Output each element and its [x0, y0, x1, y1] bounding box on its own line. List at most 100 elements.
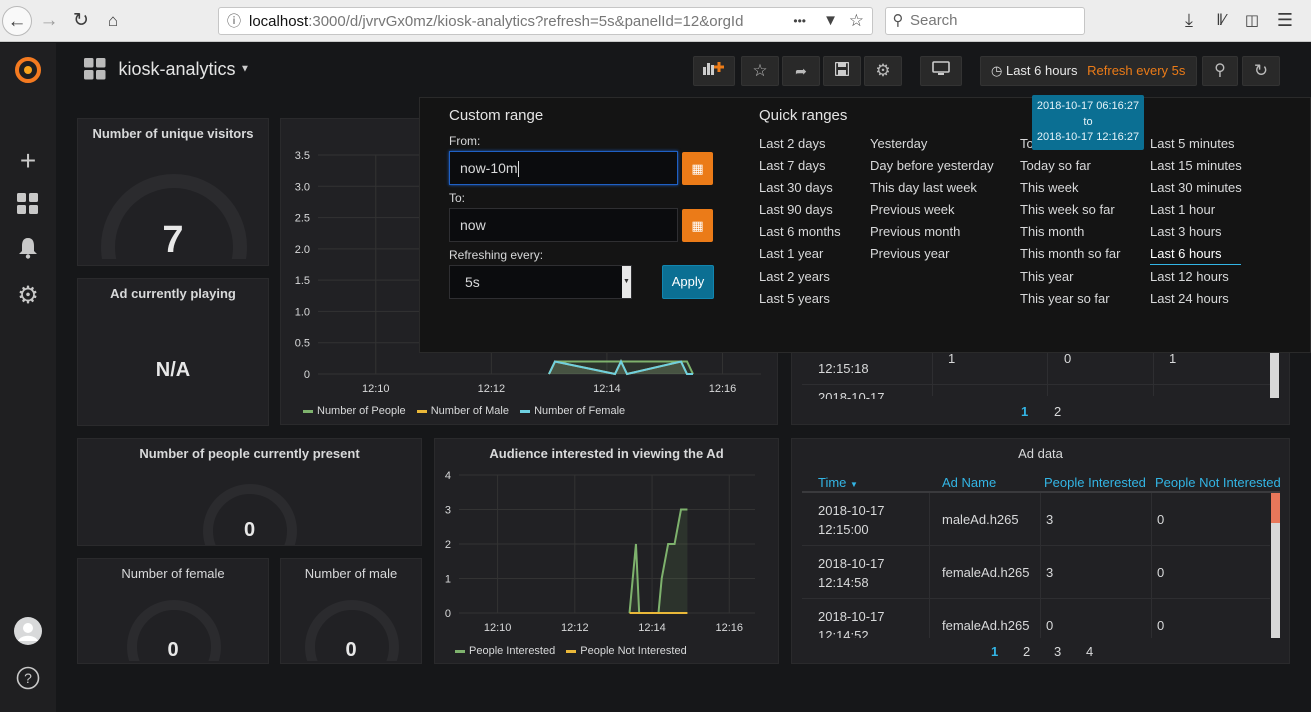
quick-range-item[interactable]: Last 3 hours — [1150, 224, 1222, 239]
info-icon[interactable]: ⓘ — [219, 8, 249, 34]
pocket-icon[interactable]: ▼ — [823, 8, 838, 34]
user-avatar[interactable] — [0, 617, 56, 651]
zoom-out-button[interactable]: ⚲ — [1202, 56, 1238, 86]
quick-range-item[interactable]: This week — [1020, 180, 1079, 195]
panel-people-present: Number of people currently present 0 — [77, 438, 422, 546]
hamburger-menu-icon[interactable]: ☰ — [1270, 6, 1300, 36]
pagination-page-4[interactable]: 4 — [1086, 644, 1093, 659]
clock-icon: ◷ — [991, 63, 1003, 78]
search-input[interactable]: ⚲ Search — [885, 7, 1085, 35]
quick-range-item[interactable]: This year so far — [1020, 291, 1110, 306]
quick-range-item[interactable]: Last 2 days — [759, 136, 826, 151]
grafana-logo-icon[interactable] — [0, 55, 56, 91]
panel-title: Ad currently playing — [110, 286, 236, 301]
y-tick-label: 0.5 — [295, 338, 310, 350]
time-picker-button[interactable]: ◷ Last 6 hours Refresh every 5s — [980, 56, 1197, 86]
column-header-ad-name[interactable]: Ad Name — [942, 475, 996, 490]
to-calendar-button[interactable]: ▦ — [682, 209, 713, 242]
quick-range-item[interactable]: Last 12 hours — [1150, 269, 1229, 284]
from-input[interactable]: now-10m — [449, 151, 678, 185]
quick-range-item[interactable]: Previous month — [870, 224, 960, 239]
from-label: From: — [449, 134, 481, 148]
to-input[interactable]: now — [449, 208, 678, 242]
pagination-page-2[interactable]: 2 — [1054, 404, 1061, 419]
back-button[interactable]: ← — [2, 6, 32, 36]
quick-range-item[interactable]: Yesterday — [870, 136, 927, 151]
pagination-page-1[interactable]: 1 — [1021, 404, 1028, 419]
bookmark-star-icon[interactable]: ☆ — [849, 8, 864, 34]
table-scrollbar[interactable] — [1271, 493, 1280, 638]
tv-mode-button[interactable] — [920, 56, 962, 86]
quick-range-item[interactable]: Last 24 hours — [1150, 291, 1229, 306]
table-cell-time: 12:14:58 — [818, 575, 869, 590]
quick-range-item[interactable]: Last 2 years — [759, 269, 830, 284]
quick-range-item[interactable]: Last 7 days — [759, 158, 826, 173]
refresh-select[interactable]: 5s ▼ — [449, 265, 632, 299]
y-tick-label: 2 — [445, 539, 451, 551]
legend-not-interested[interactable]: People Not Interested — [580, 645, 686, 657]
legend-male[interactable]: Number of Male — [431, 405, 509, 417]
dashboards-icon[interactable] — [0, 193, 56, 221]
quick-range-item[interactable]: Last 6 hours — [1150, 246, 1241, 265]
refresh-dashboard-button[interactable]: ↻ — [1242, 56, 1280, 86]
quick-range-item[interactable]: This day last week — [870, 180, 977, 195]
quick-range-item[interactable]: Last 1 year — [759, 246, 823, 261]
quick-range-item[interactable]: Last 1 hour — [1150, 202, 1215, 217]
sidebar-toggle-icon[interactable]: ◫ — [1237, 6, 1267, 36]
pagination-page-2[interactable]: 2 — [1023, 644, 1030, 659]
alerting-bell-icon[interactable] — [0, 237, 56, 265]
table-cell: 0 — [1064, 351, 1072, 366]
table-column-divider — [1151, 546, 1152, 599]
legend-female[interactable]: Number of Female — [534, 405, 625, 417]
share-dashboard-button[interactable]: ➦ — [782, 56, 820, 86]
create-plus-icon[interactable]: + — [0, 145, 56, 177]
forward-button[interactable]: → — [34, 6, 64, 36]
table-column-divider — [929, 493, 930, 546]
dashboard-switcher[interactable]: kiosk-analytics ▼ — [84, 58, 250, 84]
scrollbar-thumb[interactable] — [1271, 493, 1280, 523]
pagination-page-3[interactable]: 3 — [1054, 644, 1061, 659]
from-calendar-button[interactable]: ▦ — [682, 152, 713, 185]
column-header-people-not-interested[interactable]: People Not Interested — [1155, 475, 1281, 490]
pagination-page-1[interactable]: 1 — [991, 644, 998, 659]
quick-range-item[interactable]: Last 6 months — [759, 224, 841, 239]
settings-button[interactable]: ⚙ — [864, 56, 902, 86]
legend-interested[interactable]: People Interested — [469, 645, 555, 657]
quick-range-item[interactable]: This year — [1020, 269, 1073, 284]
quick-range-item[interactable]: This month — [1020, 224, 1084, 239]
apply-button[interactable]: Apply — [662, 265, 714, 299]
quick-range-item[interactable]: Last 5 minutes — [1150, 136, 1235, 151]
side-menu: + ⚙ ? — [0, 43, 56, 712]
home-button[interactable]: ⌂ — [98, 6, 128, 36]
quick-range-item[interactable]: Previous week — [870, 202, 955, 217]
add-panel-icon — [703, 62, 724, 75]
column-header-people-interested[interactable]: People Interested — [1044, 475, 1146, 490]
quick-range-item[interactable]: Day before yesterday — [870, 158, 994, 173]
quick-range-item[interactable]: Today so far — [1020, 158, 1091, 173]
library-icon[interactable]: ‖⁄ — [1206, 6, 1236, 36]
downloads-icon[interactable]: ⤓ — [1174, 6, 1204, 36]
share-icon: ➦ — [795, 63, 807, 79]
star-dashboard-button[interactable]: ☆ — [741, 56, 779, 86]
quick-range-item[interactable]: Last 30 days — [759, 180, 833, 195]
quick-range-item[interactable]: Last 15 minutes — [1150, 158, 1242, 173]
reload-button[interactable]: ↻ — [66, 6, 96, 36]
time-range-label: Last 6 hours — [1005, 63, 1078, 78]
help-icon[interactable]: ? — [0, 666, 56, 696]
save-dashboard-button[interactable] — [823, 56, 861, 86]
add-panel-button[interactable] — [693, 56, 735, 86]
quick-range-item[interactable]: Last 90 days — [759, 202, 833, 217]
quick-range-item[interactable]: This month so far — [1020, 246, 1120, 261]
configuration-gear-icon[interactable]: ⚙ — [0, 281, 56, 310]
url-host: localhost — [249, 13, 309, 30]
settings-gear-icon: ⚙ — [875, 61, 891, 80]
legend-people[interactable]: Number of People — [317, 405, 406, 417]
page-actions-icon[interactable]: ••• — [785, 8, 806, 34]
quick-range-item[interactable]: Previous year — [870, 246, 949, 261]
table-scrollbar[interactable] — [1270, 349, 1279, 398]
quick-range-item[interactable]: This week so far — [1020, 202, 1115, 217]
quick-range-item[interactable]: Last 30 minutes — [1150, 180, 1242, 195]
url-bar[interactable]: ⓘ localhost:3000/d/jvrvGx0mz/kiosk-analyt… — [218, 7, 873, 35]
column-header-time[interactable]: Time ▼ — [818, 475, 858, 490]
quick-range-item[interactable]: Last 5 years — [759, 291, 830, 306]
